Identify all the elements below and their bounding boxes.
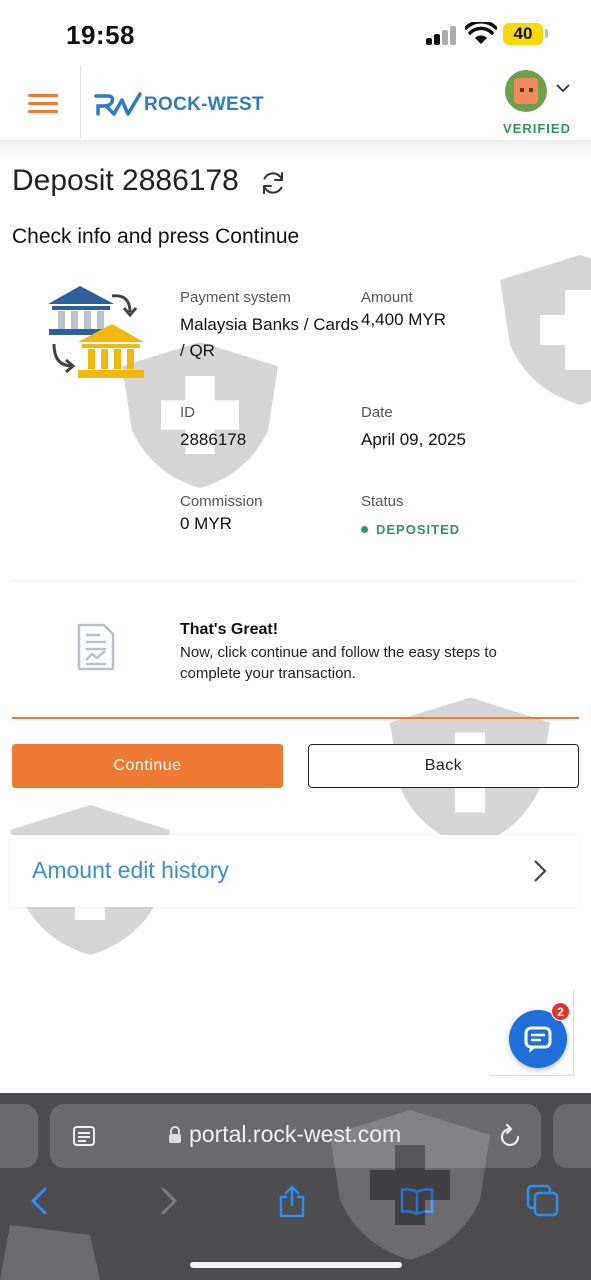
id-value: 2886178 <box>180 430 247 449</box>
previous-tab-stub[interactable] <box>0 1104 38 1168</box>
date-label: Date <box>361 404 393 421</box>
brand-name: ROCK-WEST <box>144 94 264 115</box>
refresh-icon[interactable] <box>260 170 286 196</box>
section-divider <box>12 580 578 581</box>
back-icon[interactable] <box>24 1184 58 1218</box>
signal-icon <box>426 25 458 45</box>
reload-icon[interactable] <box>498 1123 522 1149</box>
note-title: That's Great! <box>180 621 279 638</box>
reader-icon[interactable] <box>72 1124 96 1148</box>
battery-tip <box>545 29 548 38</box>
status-dot <box>361 526 368 533</box>
commission-value: 0 MYR <box>180 514 232 533</box>
amount-value: 4,400 MYR <box>361 310 447 329</box>
logo-mark-icon <box>94 92 142 116</box>
tabs-icon[interactable] <box>526 1184 560 1218</box>
back-button[interactable]: Back <box>308 744 579 788</box>
header-shadow <box>0 140 591 156</box>
history-label: Amount edit history <box>32 857 229 883</box>
address-bar[interactable]: portal.rock-west.com <box>50 1104 541 1168</box>
page-subtitle: Check info and press Continue <box>12 225 300 248</box>
verification-badge: VERIFIED <box>503 121 571 136</box>
hamburger-menu-icon[interactable] <box>28 94 58 114</box>
brand-logo[interactable]: ROCK-WEST <box>94 90 264 120</box>
amount-label: Amount <box>361 289 413 306</box>
accent-divider <box>12 717 579 719</box>
id-label: ID <box>180 404 195 421</box>
chevron-down-icon[interactable] <box>556 83 570 93</box>
battery-indicator: 40 <box>503 23 543 45</box>
wifi-icon <box>465 22 497 44</box>
note-body: Now, click continue and follow the easy … <box>180 644 497 682</box>
lock-icon <box>169 1126 181 1143</box>
watermark-shield <box>500 255 591 405</box>
date-value: April 09, 2025 <box>361 430 466 449</box>
avatar[interactable] <box>505 70 547 112</box>
bank-transfer-icon <box>48 286 144 378</box>
chat-badge: 2 <box>551 1002 570 1021</box>
status-bar: 19:58 40 <box>0 0 591 66</box>
app-header: ROCK-WEST VERIFIED <box>0 66 591 142</box>
home-indicator[interactable] <box>190 1262 402 1268</box>
document-icon <box>77 623 115 671</box>
status-label: Status <box>361 493 404 510</box>
status-time: 19:58 <box>66 20 135 50</box>
amount-edit-history-row[interactable]: Amount edit history <box>10 835 579 907</box>
next-tab-stub[interactable] <box>553 1104 591 1168</box>
page-title: Deposit 2886178 <box>12 164 239 197</box>
url-text: portal.rock-west.com <box>189 1121 402 1147</box>
share-icon[interactable] <box>275 1184 309 1218</box>
payment-system-label: Payment system <box>180 289 291 306</box>
forward-icon[interactable] <box>150 1184 184 1218</box>
header-divider <box>80 66 81 138</box>
bookmarks-icon[interactable] <box>400 1184 434 1218</box>
continue-button[interactable]: Continue <box>12 744 283 788</box>
payment-system-value: Malaysia Banks / Cards / QR <box>180 315 359 360</box>
status-badge: DEPOSITED <box>376 522 461 537</box>
chevron-right-icon <box>534 860 547 882</box>
commission-label: Commission <box>180 493 263 510</box>
